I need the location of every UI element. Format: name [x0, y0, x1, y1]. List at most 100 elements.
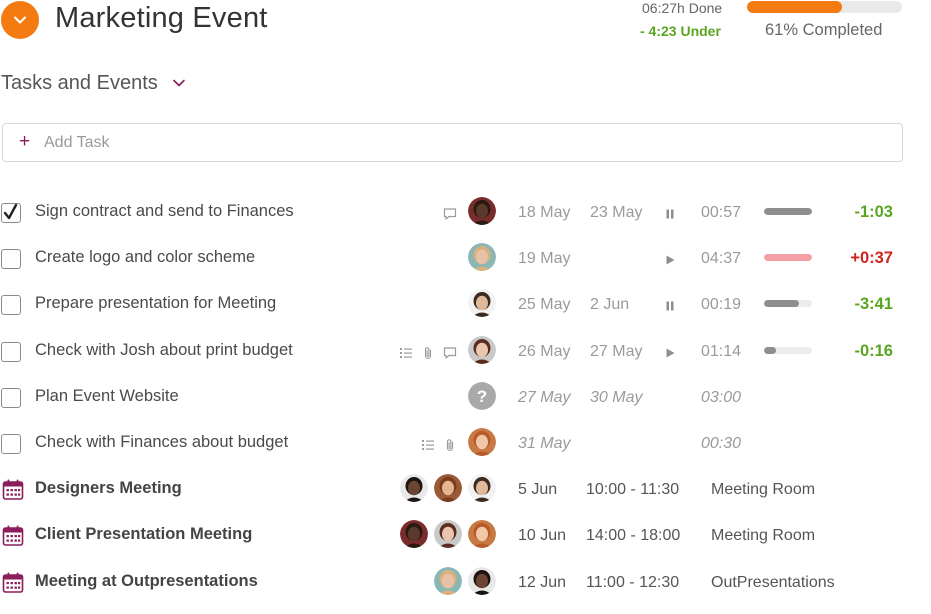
time-delta: +0:37 — [850, 249, 893, 268]
event-location: OutPresentations — [711, 573, 835, 591]
calendar-icon — [2, 572, 24, 594]
task-progress-bar — [764, 300, 812, 308]
event-name[interactable]: Meeting at Outpresentations — [35, 572, 258, 591]
section-title[interactable]: Tasks and Events — [1, 72, 158, 95]
pause-icon[interactable] — [664, 299, 676, 311]
attendee-avatar[interactable] — [468, 474, 496, 503]
event-date: 5 Jun — [518, 481, 558, 499]
pause-icon[interactable] — [664, 207, 676, 219]
task-progress-bar — [764, 346, 812, 354]
unassigned-avatar[interactable]: ? — [468, 381, 496, 410]
task-progress-fill — [764, 208, 812, 215]
task-name[interactable]: Check with Finances about budget — [35, 433, 288, 452]
event-row[interactable]: Client Presentation Meeting 10 Jun 14:00 -… — [0, 520, 931, 567]
plus-icon: + — [19, 131, 31, 152]
add-task-input[interactable] — [2, 123, 903, 162]
chevron-down-icon — [14, 16, 26, 24]
task-progress-fill — [764, 300, 799, 308]
attendee-avatar[interactable] — [434, 566, 462, 595]
assignee-avatar[interactable] — [468, 428, 496, 456]
calendar-icon — [2, 525, 24, 547]
event-date: 10 Jun — [518, 527, 567, 545]
due-date: 27 May — [590, 342, 643, 360]
due-date: 2 Jun — [590, 296, 630, 314]
event-time: 14:00 - 18:00 — [586, 527, 681, 545]
task-checkbox[interactable] — [1, 341, 21, 362]
chevron-down-icon[interactable] — [172, 76, 186, 90]
task-row[interactable]: Prepare presentation for Meeting 25 May 2 … — [0, 289, 931, 336]
play-icon[interactable] — [664, 253, 676, 265]
list-icon[interactable] — [399, 346, 413, 360]
attendee-avatar[interactable] — [468, 520, 496, 549]
time-tracked: 01:14 — [701, 342, 742, 360]
attachment-icon[interactable] — [421, 346, 435, 360]
attendee-avatar[interactable] — [400, 520, 428, 549]
event-time: 11:00 - 12:30 — [586, 573, 680, 591]
due-date: 30 May — [590, 388, 643, 406]
collapse-project-button[interactable] — [1, 1, 39, 39]
task-row[interactable]: Create logo and color scheme 19 May 04:37 +… — [0, 243, 931, 290]
task-row[interactable]: Plan Event Website? 27 May 30 May 03:00 — [0, 381, 931, 429]
task-checkbox[interactable] — [1, 203, 21, 223]
comment-icon[interactable] — [443, 207, 457, 221]
start-date: 18 May — [518, 204, 571, 221]
start-date: 26 May — [518, 342, 571, 360]
time-tracked: 03:00 — [701, 388, 742, 406]
task-name[interactable]: Prepare presentation for Meeting — [35, 294, 276, 313]
time-delta: -1:03 — [854, 203, 893, 221]
add-task-placeholder: Add Task — [44, 134, 110, 151]
assignee-avatar[interactable] — [468, 289, 496, 318]
time-tracked: 00:30 — [701, 435, 742, 452]
task-name[interactable]: Check with Josh about print budget — [35, 341, 293, 360]
attendee-avatar[interactable] — [434, 520, 462, 549]
completed-label: 61% Completed — [765, 21, 883, 39]
attendee-avatar[interactable] — [468, 566, 496, 595]
svg-text:?: ? — [477, 387, 487, 406]
event-row[interactable]: Designers Meeting 5 Jun 10:00 - 11:30 Meeti… — [0, 474, 931, 521]
task-progress-bar — [764, 254, 812, 262]
task-name[interactable]: Create logo and color scheme — [35, 248, 255, 267]
task-progress-bar — [764, 208, 812, 215]
task-name[interactable]: Plan Event Website — [35, 387, 179, 406]
event-name[interactable]: Designers Meeting — [35, 479, 182, 498]
event-time: 10:00 - 11:30 — [586, 481, 680, 499]
task-row[interactable]: Check with Josh about print budget 26 May… — [0, 335, 931, 383]
task-progress-fill — [764, 346, 776, 354]
task-checkbox[interactable] — [1, 295, 21, 316]
assignee-avatar[interactable] — [468, 243, 496, 272]
task-row[interactable]: Check with Finances about budget 31 May 00… — [0, 428, 931, 475]
time-tracked: 00:57 — [701, 204, 742, 221]
page-title: Marketing Event — [55, 2, 268, 34]
assignee-avatar[interactable] — [468, 335, 496, 364]
task-progress-fill — [764, 254, 812, 262]
attendee-avatar[interactable] — [400, 474, 428, 503]
task-name[interactable]: Sign contract and send to Finances — [35, 202, 294, 221]
start-date: 19 May — [518, 250, 571, 268]
task-checkbox[interactable] — [1, 434, 21, 454]
due-date: 23 May — [590, 204, 643, 221]
calendar-icon — [2, 479, 24, 501]
start-date: 27 May — [518, 388, 571, 406]
event-location: Meeting Room — [711, 481, 816, 499]
project-progress-fill — [747, 1, 842, 13]
attendee-avatar[interactable] — [434, 474, 462, 503]
play-icon[interactable] — [664, 346, 676, 358]
list-icon[interactable] — [421, 438, 435, 452]
project-progress-bar — [747, 1, 902, 13]
start-date: 31 May — [518, 435, 571, 452]
event-row[interactable]: Meeting at Outpresentations 12 Jun 11:00 -… — [0, 566, 931, 614]
attachment-icon[interactable] — [443, 438, 457, 452]
event-location: Meeting Room — [711, 527, 816, 545]
task-checkbox[interactable] — [1, 387, 21, 408]
start-date: 25 May — [518, 296, 571, 314]
event-date: 12 Jun — [518, 573, 567, 591]
task-row[interactable]: Sign contract and send to Finances 18 May… — [0, 197, 931, 244]
time-done-label: 06:27h Done — [642, 0, 723, 16]
time-tracked: 00:19 — [701, 296, 742, 314]
assignee-avatar[interactable] — [468, 197, 496, 225]
comment-icon[interactable] — [443, 346, 457, 360]
time-tracked: 04:37 — [701, 250, 742, 268]
time-under-label: - 4:23 Under — [640, 23, 721, 39]
event-name[interactable]: Client Presentation Meeting — [35, 525, 252, 544]
task-checkbox[interactable] — [1, 249, 21, 270]
